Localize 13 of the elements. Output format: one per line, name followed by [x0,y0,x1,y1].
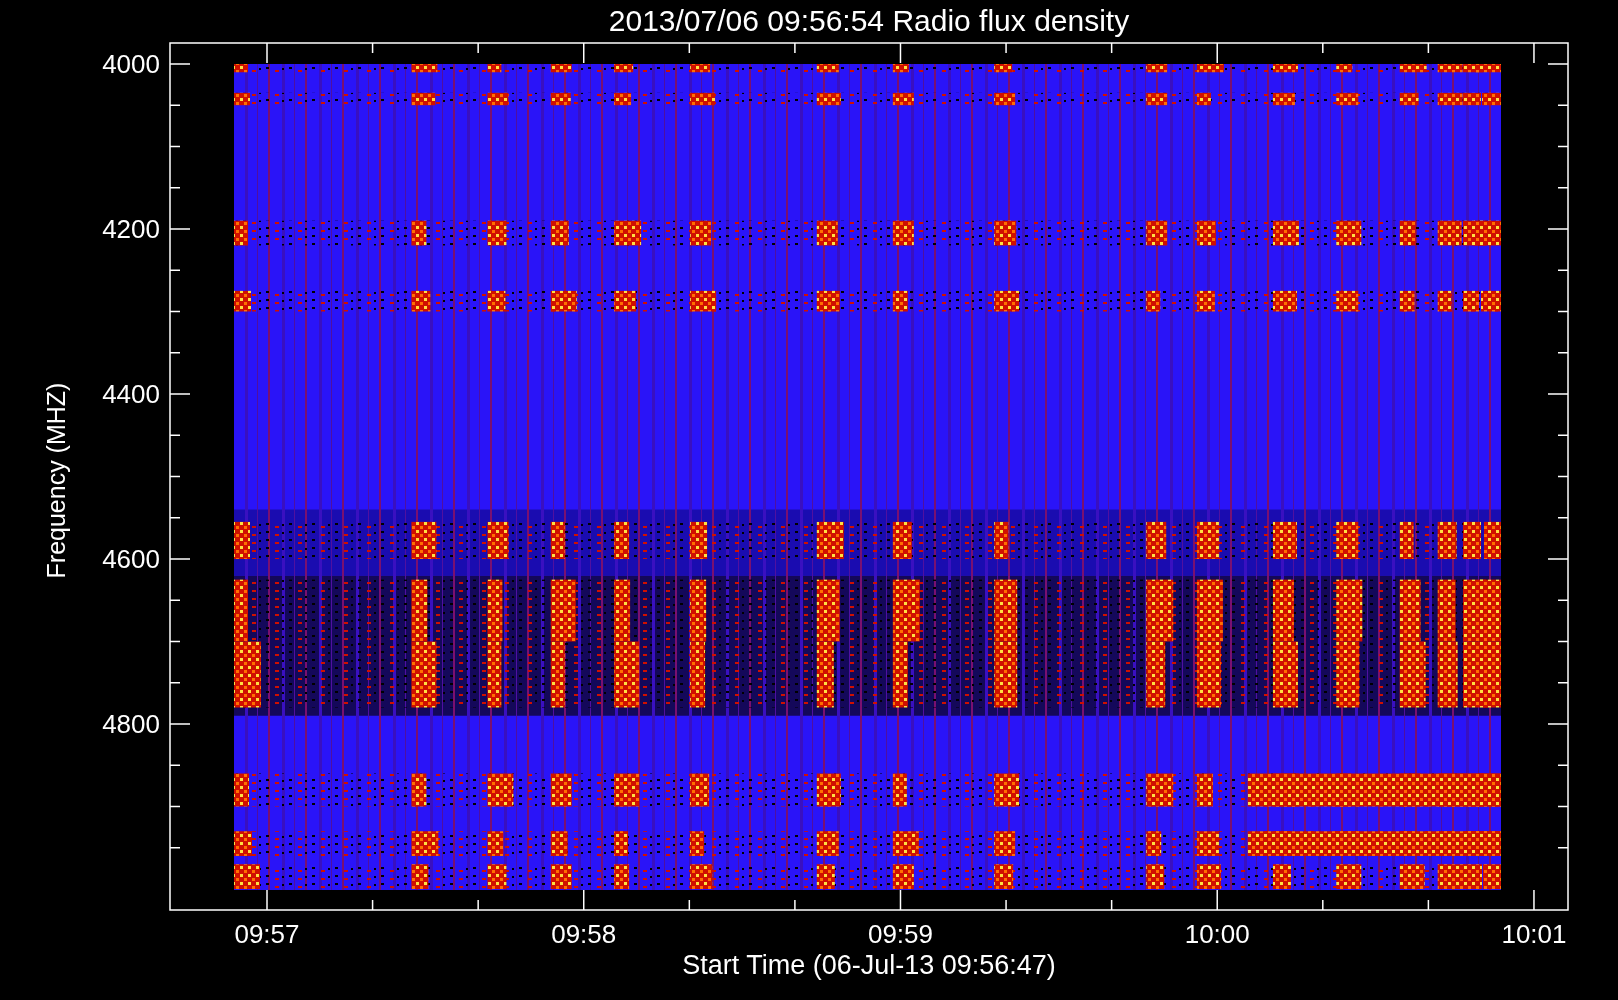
y-tick-label: 4600 [102,544,160,574]
y-axis-label: Frequency (MHZ) [44,382,70,578]
x-tick-label: 10:01 [1501,919,1567,949]
y-tick-label: 4200 [102,214,160,244]
x-axis-label: Start Time (06-Jul-13 09:56:47) [682,952,1056,979]
x-tick-label: 09:58 [551,919,617,949]
chart-title: 2013/07/06 09:56:54 Radio flux density [608,6,1130,36]
x-tick-label: 09:59 [867,919,934,949]
x-tick-label: 10:00 [1184,919,1250,949]
y-tick-label: 4800 [102,709,160,739]
y-tick-label: 4400 [102,379,160,409]
y-tick-label: 4000 [102,49,160,79]
x-tick-label: 09:57 [234,919,300,949]
